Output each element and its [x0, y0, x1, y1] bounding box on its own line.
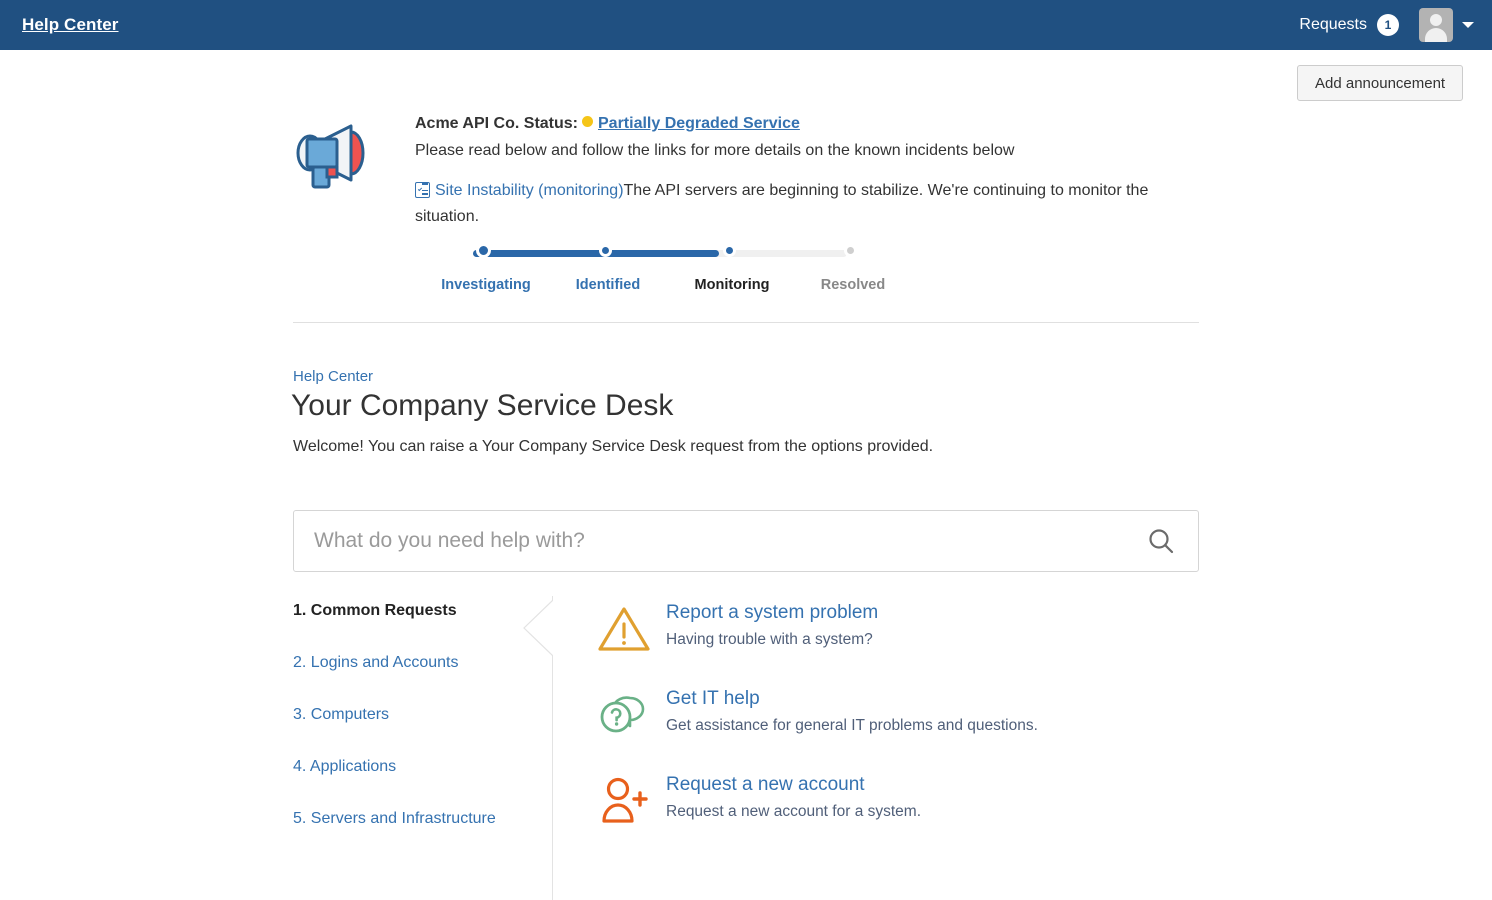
category-item-2[interactable]: 2. Logins and Accounts — [293, 652, 553, 674]
tracker-dot-resolved — [843, 244, 857, 257]
announcement-status-line: Acme API Co. Status: Partially Degraded S… — [415, 112, 1199, 136]
request-type-item[interactable]: Get IT help Get assistance for general IT… — [596, 686, 1196, 745]
section-divider — [293, 322, 1199, 323]
tracker-label-monitoring: Monitoring — [694, 277, 770, 293]
incident-status-tracker: Investigating Identified Monitoring Resolve… — [441, 243, 885, 303]
selected-category-pointer — [523, 599, 554, 657]
search-box[interactable] — [293, 510, 1199, 572]
request-type-title[interactable]: Report a system problem — [666, 600, 1196, 626]
topbar-right-group: Requests 1 — [1299, 8, 1474, 42]
category-list: 1. Common Requests 2. Logins and Accounts… — [293, 600, 553, 860]
search-input[interactable] — [294, 511, 1136, 571]
category-item-4[interactable]: 4. Applications — [293, 756, 553, 778]
page-welcome-text: Welcome! You can raise a Your Company Se… — [293, 438, 934, 455]
tracker-label-resolved: Resolved — [820, 277, 886, 293]
status-value-link[interactable]: Partially Degraded Service — [598, 115, 800, 132]
breadcrumb-help-center[interactable]: Help Center — [293, 368, 373, 385]
add-announcement-button[interactable]: Add announcement — [1297, 65, 1464, 101]
requests-count-badge: 1 — [1377, 14, 1399, 36]
tracker-dot-monitoring — [722, 244, 736, 257]
add-user-icon — [596, 772, 666, 831]
avatar-head-shape — [1430, 14, 1442, 26]
request-type-list: Report a system problem Having trouble wi… — [596, 600, 1196, 858]
tracker-progress-line — [473, 250, 719, 257]
category-item-3[interactable]: 3. Computers — [293, 704, 553, 726]
announcement-subtitle: Please read below and follow the links f… — [415, 142, 1015, 159]
status-prefix-label: Acme API Co. Status: — [415, 115, 578, 132]
request-type-description: Having trouble with a system? — [666, 631, 873, 648]
request-type-text: Get IT help Get assistance for general IT… — [666, 686, 1196, 745]
tracker-label-investigating: Investigating — [441, 277, 531, 293]
chevron-down-icon[interactable] — [1462, 22, 1474, 28]
status-indicator-dot — [582, 116, 593, 127]
request-type-item[interactable]: Report a system problem Having trouble wi… — [596, 600, 1196, 659]
request-type-description: Request a new account for a system. — [666, 803, 922, 820]
request-type-title[interactable]: Request a new account — [666, 772, 1196, 798]
page-title: Your Company Service Desk — [291, 389, 674, 422]
category-item-1[interactable]: 1. Common Requests — [293, 600, 553, 622]
request-type-description: Get assistance for general IT problems a… — [666, 717, 1038, 734]
request-type-title[interactable]: Get IT help — [666, 686, 1196, 712]
tracker-dot-identified — [598, 244, 612, 257]
top-navigation-bar: Help Center Requests 1 — [0, 0, 1492, 50]
document-checklist-icon — [415, 182, 430, 198]
user-avatar-icon[interactable] — [1419, 8, 1453, 42]
warning-triangle-icon — [596, 600, 666, 659]
incident-link[interactable]: Site Instability (monitoring) — [435, 182, 624, 199]
announcement-incident-line: Site Instability (monitoring)The API ser… — [415, 178, 1199, 230]
request-type-text: Request a new account Request a new accou… — [666, 772, 1196, 831]
search-button[interactable] — [1136, 526, 1198, 556]
announcement-text-block: Acme API Co. Status: Partially Degraded S… — [393, 112, 1199, 230]
tracker-label-identified: Identified — [575, 277, 641, 293]
tracker-dot-investigating — [475, 243, 491, 258]
chat-question-icon — [596, 686, 666, 745]
search-icon — [1149, 529, 1174, 554]
help-center-logo-link[interactable]: Help Center — [22, 15, 119, 35]
requests-link[interactable]: Requests — [1299, 16, 1367, 34]
request-type-text: Report a system problem Having trouble wi… — [666, 600, 1196, 659]
request-type-item[interactable]: Request a new account Request a new accou… — [596, 772, 1196, 831]
megaphone-icon — [293, 112, 393, 230]
avatar-body-shape — [1425, 28, 1447, 42]
announcement-banner: Acme API Co. Status: Partially Degraded S… — [293, 112, 1199, 230]
category-item-5[interactable]: 5. Servers and Infrastructure — [293, 808, 553, 830]
